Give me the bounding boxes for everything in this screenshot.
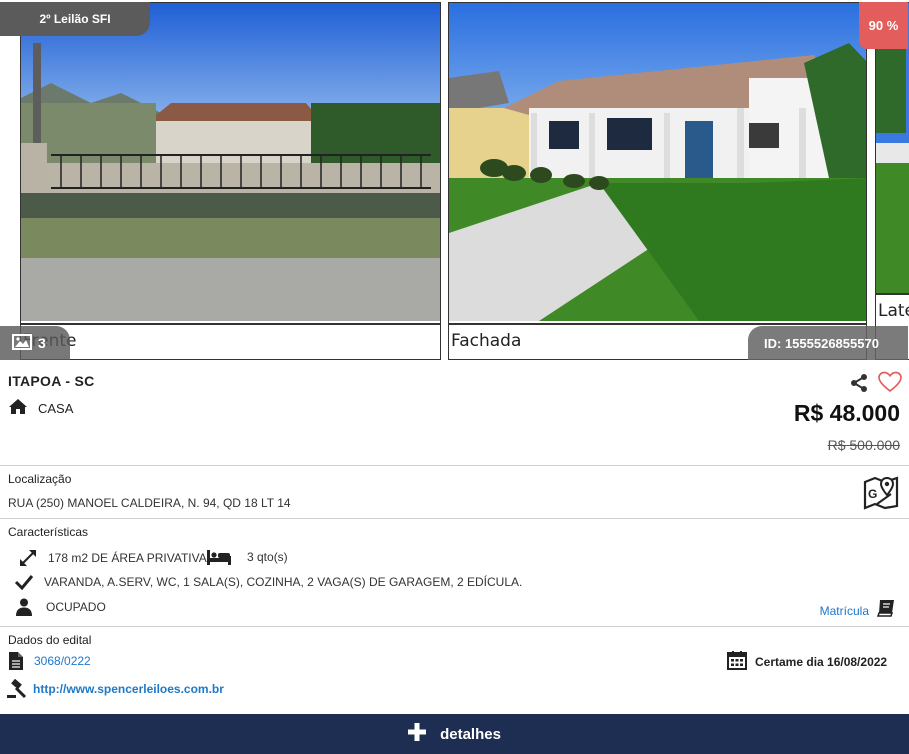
auction-ribbon: 2º Leilão SFI bbox=[0, 2, 150, 36]
occupancy-text: OCUPADO bbox=[46, 600, 106, 614]
document-icon bbox=[6, 651, 26, 671]
image-icon bbox=[12, 333, 32, 353]
old-price: R$ 500.000 bbox=[827, 437, 900, 453]
amenities-text: VARANDA, A.SERV, WC, 1 SALA(S), COZINHA,… bbox=[44, 575, 523, 589]
price: R$ 48.000 bbox=[793, 400, 900, 426]
book-icon bbox=[876, 599, 895, 622]
gavel-icon bbox=[6, 679, 28, 699]
house-front-photo bbox=[21, 3, 440, 321]
property-type: CASA bbox=[38, 400, 74, 416]
house-facade-photo bbox=[449, 3, 866, 321]
website-row: http://www.spencerleiloes.com.br bbox=[6, 679, 224, 699]
plus-icon bbox=[408, 723, 427, 745]
check-icon bbox=[12, 574, 36, 590]
discount-badge: 90 % bbox=[859, 2, 908, 49]
expand-arrows-icon bbox=[16, 548, 40, 568]
edital-label: Dados do edital bbox=[8, 633, 92, 647]
matricula-link[interactable]: Matrícula bbox=[820, 599, 895, 622]
area-feature: 178 m2 DE ÁREA PRIVATIVA bbox=[16, 548, 207, 568]
divider bbox=[0, 518, 909, 519]
photo-gallery[interactable]: Frente bbox=[0, 0, 909, 360]
share-icon[interactable] bbox=[849, 373, 869, 398]
website-link[interactable]: http://www.spencerleiloes.com.br bbox=[33, 682, 224, 696]
photo-lateral[interactable]: Lateral bbox=[875, 2, 909, 360]
divider bbox=[0, 465, 909, 466]
details-button[interactable]: detalhes bbox=[0, 714, 909, 754]
area-text: 178 m2 DE ÁREA PRIVATIVA bbox=[48, 551, 207, 565]
certame-date: Certame dia 16/08/2022 bbox=[727, 650, 887, 673]
address: RUA (250) MANOEL CALDEIRA, N. 94, QD 18 … bbox=[8, 496, 291, 510]
photo-count: 3 bbox=[38, 335, 46, 351]
photo-fachada[interactable]: Fachada bbox=[448, 2, 867, 360]
bedrooms-text: 3 qto(s) bbox=[247, 550, 288, 564]
edital-number-row: 3068/0222 bbox=[6, 651, 91, 671]
bedrooms-feature: 3 qto(s) bbox=[205, 548, 288, 566]
matricula-label[interactable]: Matrícula bbox=[820, 604, 869, 618]
edital-number-link[interactable]: 3068/0222 bbox=[34, 654, 91, 668]
heart-icon[interactable] bbox=[878, 371, 902, 398]
features-label: Características bbox=[8, 525, 89, 539]
calendar-icon bbox=[727, 650, 747, 673]
photo-caption: Frente bbox=[21, 323, 440, 359]
photo-frente[interactable]: Frente bbox=[20, 2, 441, 360]
id-badge: ID: 1555526855570 bbox=[748, 326, 908, 360]
map-location-icon[interactable]: G bbox=[863, 474, 899, 515]
property-type-row: CASA bbox=[8, 398, 73, 418]
bed-icon bbox=[205, 548, 233, 566]
amenities-feature: VARANDA, A.SERV, WC, 1 SALA(S), COZINHA,… bbox=[12, 574, 522, 590]
divider bbox=[0, 626, 909, 627]
svg-text:G: G bbox=[868, 487, 877, 501]
city-title: ITAPOA - SC bbox=[8, 373, 95, 389]
user-icon bbox=[12, 598, 36, 616]
home-icon bbox=[8, 398, 28, 418]
occupancy-feature: OCUPADO bbox=[12, 598, 106, 616]
photo-count-badge[interactable]: 3 bbox=[0, 326, 70, 360]
location-label: Localização bbox=[8, 472, 72, 486]
details-label: detalhes bbox=[440, 725, 501, 743]
certame-text: Certame dia 16/08/2022 bbox=[755, 654, 888, 669]
